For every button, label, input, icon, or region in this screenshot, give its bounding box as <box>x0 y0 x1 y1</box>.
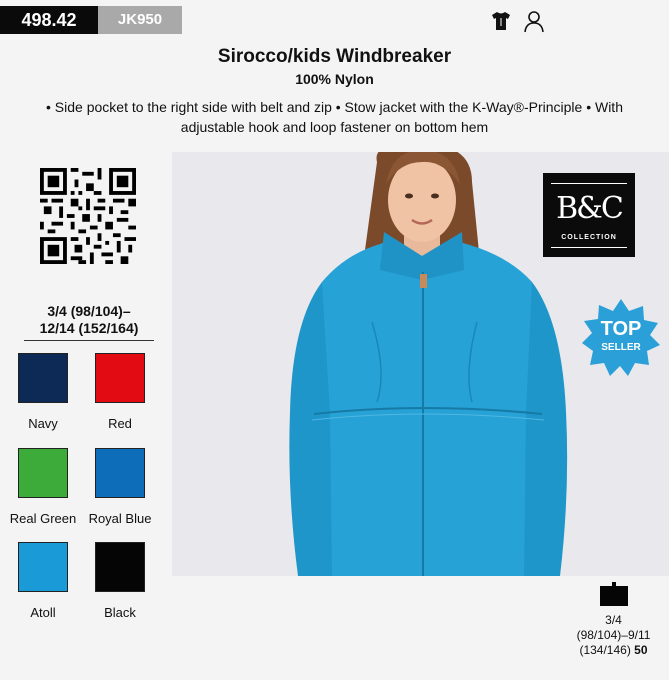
color-swatch-atoll[interactable] <box>18 542 68 592</box>
box-icon <box>600 582 628 606</box>
color-label: Royal Blue <box>88 511 152 526</box>
brand-word: COLLECTION <box>561 234 617 241</box>
tshirt-icon <box>490 10 512 32</box>
header-icons <box>490 9 546 33</box>
color-swatch-real-green[interactable] <box>18 448 68 498</box>
price-code: 498.42 <box>0 6 98 34</box>
packaging-size: (134/146) <box>579 643 631 657</box>
brand-mark: B&C <box>556 191 624 226</box>
size-range: 3/4 (98/104)– 12/14 (152/164) <box>24 303 154 337</box>
brand-logo: B&C COLLECTION <box>543 173 635 257</box>
packaging-line2: (98/104)–9/11 <box>576 628 651 642</box>
article-code: JK950 <box>98 6 182 34</box>
color-swatch-royal-blue[interactable] <box>95 448 145 498</box>
packaging-info: 3/4 (98/104)–9/11 (134/146) 50 <box>560 613 667 658</box>
packaging-line1: 3/4 <box>605 613 622 627</box>
packaging-quantity: 50 <box>634 643 648 657</box>
size-range-line1: 3/4 (98/104)– <box>47 303 131 319</box>
divider <box>24 340 154 341</box>
badge-line2: SELLER <box>601 342 641 353</box>
packaging-line3: (134/146) 50 <box>560 643 667 658</box>
badge-line1: TOP <box>600 318 642 340</box>
product-material: 100% Nylon <box>295 71 374 87</box>
divider <box>551 183 627 184</box>
product-sheet: 498.42 JK950 Sirocco/kids Windbreaker 10… <box>0 0 669 680</box>
color-swatch-red[interactable] <box>95 353 145 403</box>
color-swatch-navy[interactable] <box>18 353 68 403</box>
size-range-line2: 12/14 (152/164) <box>39 320 139 336</box>
color-swatch-black[interactable] <box>95 542 145 592</box>
product-description: • Side pocket to the right side with bel… <box>46 99 623 135</box>
color-label: Red <box>108 416 132 431</box>
color-label: Black <box>104 605 136 620</box>
person-icon <box>522 9 546 33</box>
product-title: Sirocco/kids Windbreaker <box>217 46 452 67</box>
qr-code[interactable] <box>40 168 136 264</box>
divider <box>551 247 627 248</box>
